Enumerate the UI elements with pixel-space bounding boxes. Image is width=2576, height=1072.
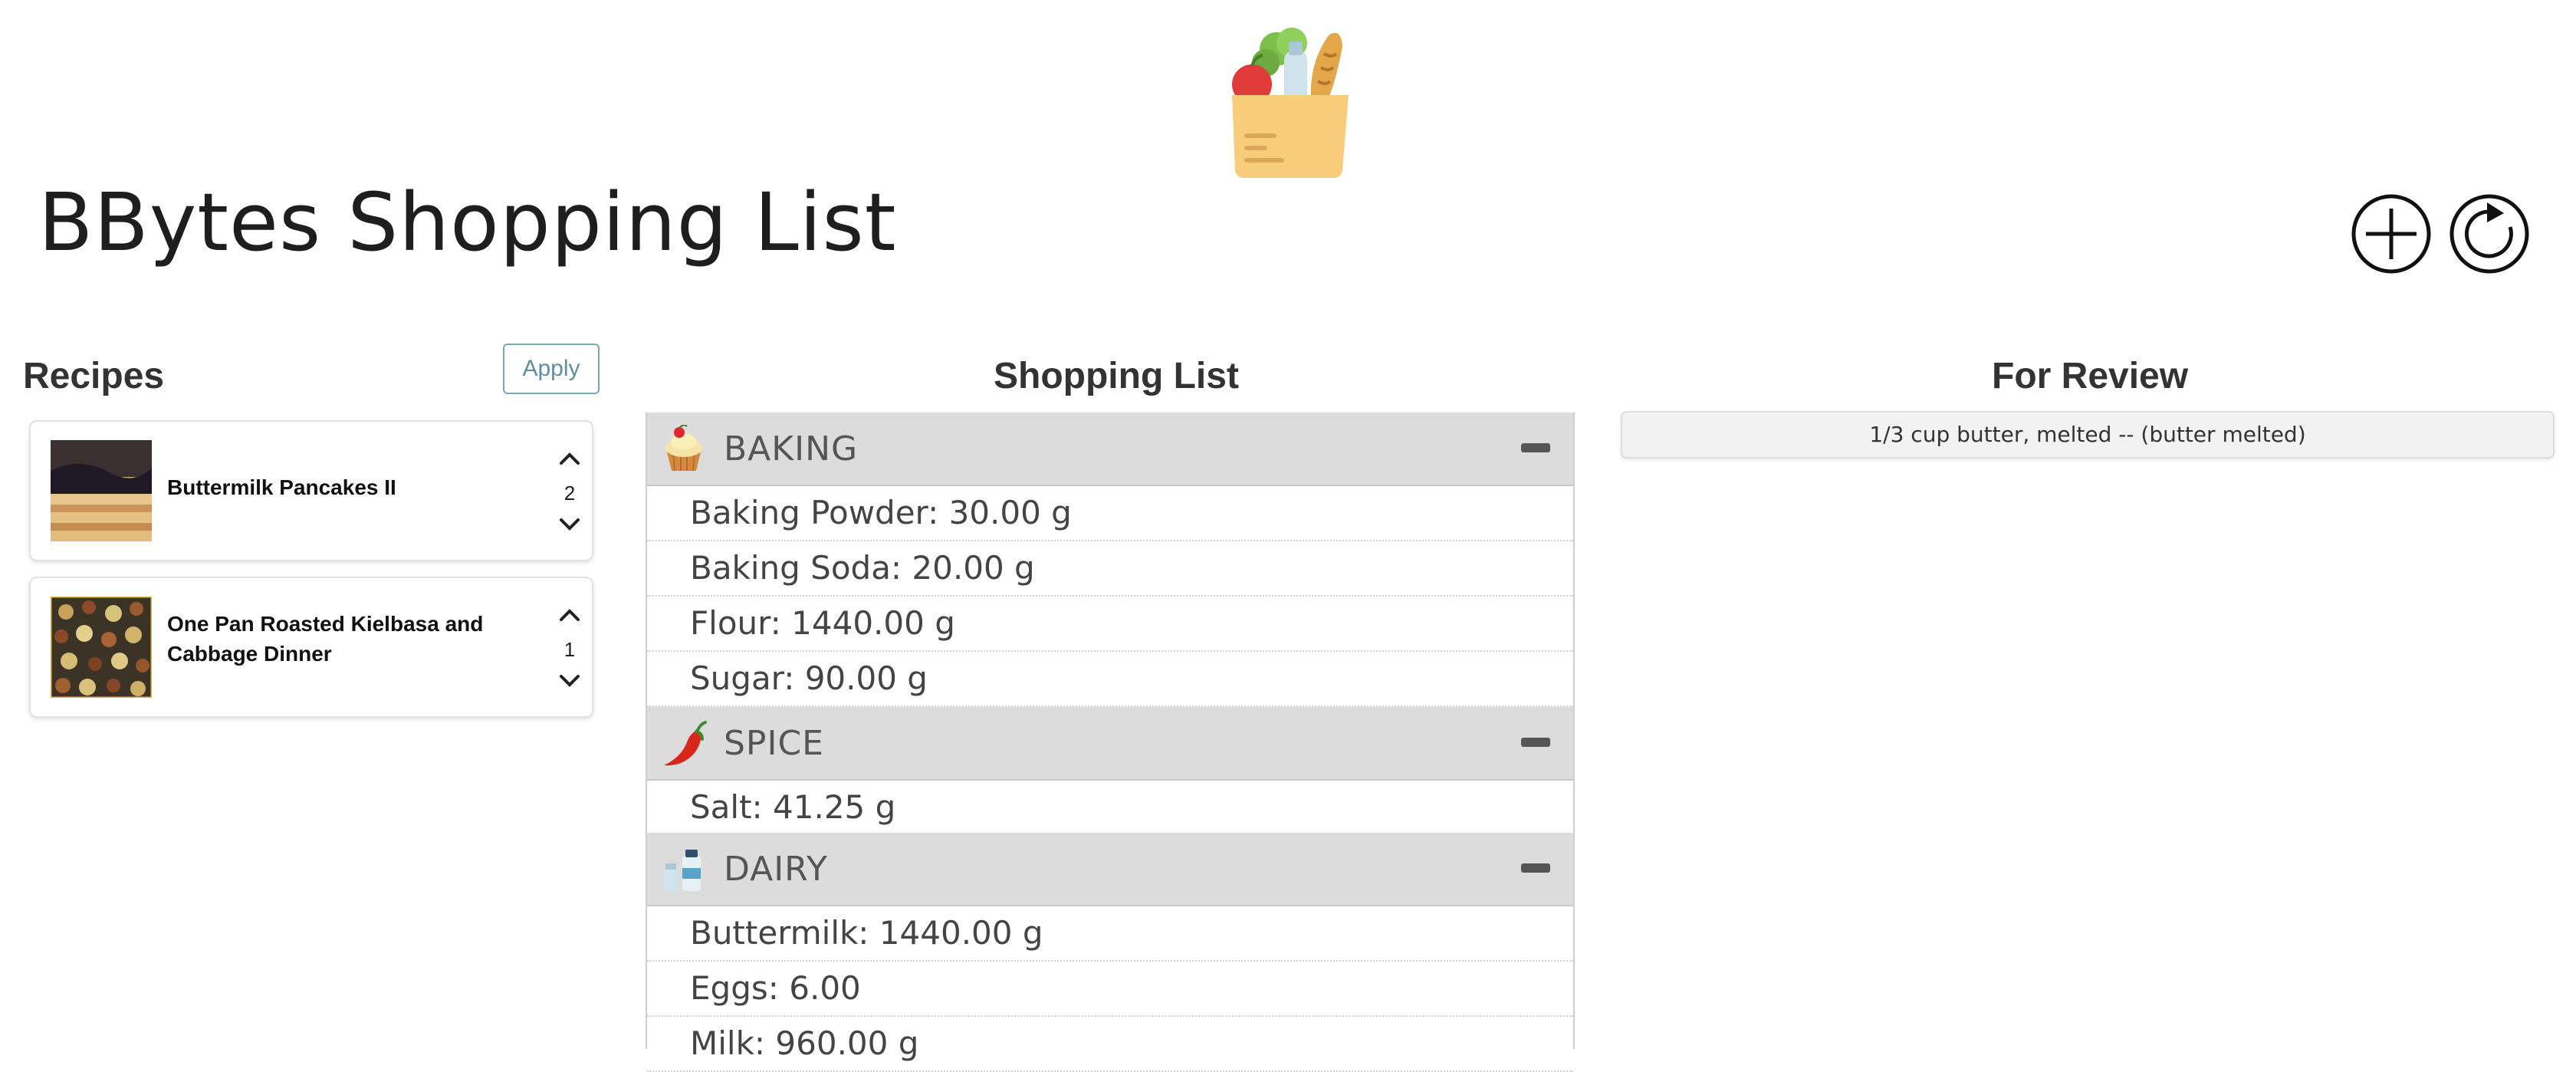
chevron-down-icon[interactable] bbox=[558, 517, 581, 532]
category-header-dairy[interactable]: DAIRY bbox=[647, 833, 1573, 906]
app-title: BBytes Shopping List bbox=[38, 176, 897, 269]
chevron-up-icon[interactable] bbox=[558, 607, 581, 623]
recipes-heading: Recipes bbox=[23, 356, 165, 396]
recipe-name: One Pan Roasted Kielbasa and Cabbage Din… bbox=[167, 609, 497, 669]
list-item: Flour: 1440.00 g bbox=[647, 597, 1573, 652]
minus-icon[interactable] bbox=[1521, 863, 1550, 873]
kielbasa-cabbage-photo bbox=[51, 597, 152, 698]
category-header-baking[interactable]: BAKING bbox=[647, 413, 1573, 486]
chevron-up-icon[interactable] bbox=[558, 451, 581, 466]
shopping-list-heading: Shopping List bbox=[994, 356, 1239, 396]
category-name: SPICE bbox=[724, 724, 824, 763]
list-item: Milk: 960.00 g bbox=[647, 1017, 1573, 1072]
list-item: Baking Powder: 30.00 g bbox=[647, 486, 1573, 541]
plus-circle-icon[interactable] bbox=[2351, 193, 2432, 275]
cupcake-icon bbox=[665, 425, 702, 472]
pancakes-photo bbox=[51, 440, 152, 541]
for-review-heading: For Review bbox=[1992, 356, 2189, 396]
chevron-down-icon[interactable] bbox=[558, 673, 581, 689]
refresh-circle-icon[interactable] bbox=[2449, 193, 2530, 275]
list-item: Eggs: 6.00 bbox=[647, 962, 1573, 1017]
shopping-list: BAKING Baking Powder: 30.00 g Baking Sod… bbox=[646, 413, 1575, 1072]
chili-pepper-icon bbox=[664, 721, 707, 766]
milk-bottles-icon bbox=[664, 850, 701, 891]
recipe-name-line: Cabbage Dinner bbox=[167, 642, 332, 666]
recipe-card[interactable]: One Pan Roasted Kielbasa and Cabbage Din… bbox=[29, 577, 593, 718]
category-header-spice[interactable]: SPICE bbox=[647, 707, 1573, 781]
list-item: Baking Soda: 20.00 g bbox=[647, 541, 1573, 597]
recipe-quantity: 1 bbox=[564, 638, 576, 661]
recipe-card[interactable]: Buttermilk Pancakes II 2 bbox=[29, 420, 593, 561]
recipe-quantity: 2 bbox=[564, 482, 576, 505]
grocery-bag-icon bbox=[1232, 28, 1349, 178]
list-item: Buttermilk: 1440.00 g bbox=[647, 906, 1573, 962]
category-name: BAKING bbox=[724, 429, 859, 469]
list-item: Sugar: 90.00 g bbox=[647, 652, 1573, 707]
list-item: Salt: 41.25 g bbox=[647, 781, 1573, 836]
review-item[interactable]: 1/3 cup butter, melted -- (butter melted… bbox=[1621, 411, 2555, 459]
recipe-name-line: One Pan Roasted Kielbasa and bbox=[167, 612, 484, 636]
category-name: DAIRY bbox=[724, 850, 828, 889]
minus-icon[interactable] bbox=[1521, 443, 1550, 452]
recipe-name: Buttermilk Pancakes II bbox=[167, 475, 396, 499]
minus-icon[interactable] bbox=[1521, 738, 1550, 747]
apply-button[interactable]: Apply bbox=[503, 344, 600, 394]
